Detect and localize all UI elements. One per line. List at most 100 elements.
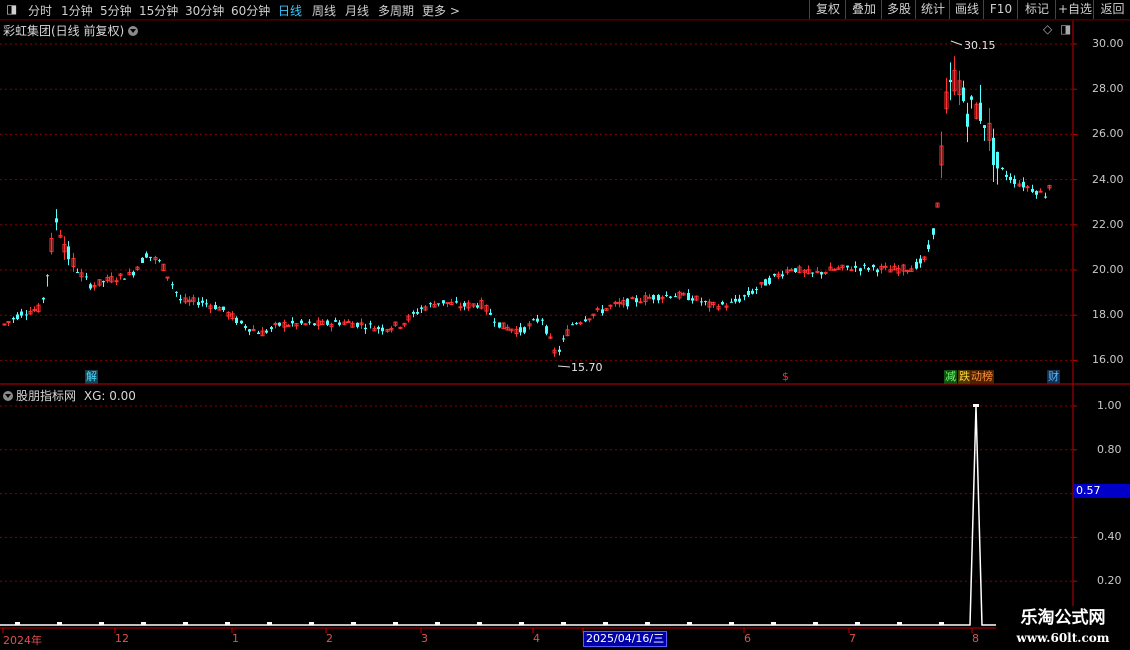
candle-down: [240, 320, 243, 324]
ind-tick-080: 0.80: [1097, 443, 1122, 456]
candle-down: [16, 314, 19, 320]
candle-down: [635, 298, 638, 303]
candle-up: [595, 308, 600, 311]
candle-up: [815, 270, 820, 273]
xg-baseline-dot: [645, 622, 650, 625]
candle-down: [442, 300, 445, 304]
candle-up: [849, 269, 854, 272]
candle-down: [489, 312, 492, 315]
xg-baseline-dot: [477, 622, 482, 625]
xg-signal-line: [0, 405, 1073, 626]
candle-down: [863, 264, 866, 266]
time-label-6: 6: [744, 632, 751, 645]
ind-tick-020: 0.20: [1097, 574, 1122, 587]
y-tick-18: 18.00: [1092, 308, 1124, 321]
xg-peak-marker: [973, 404, 979, 407]
candle-up: [578, 322, 583, 325]
xg-baseline-dot: [435, 622, 440, 625]
candle-down: [416, 312, 419, 314]
watermark: 乐淘公式网 www.60lt.com: [996, 606, 1130, 650]
candle-down: [755, 288, 758, 290]
time-label-4: 4: [533, 632, 540, 645]
candle-down: [558, 349, 561, 352]
candle-down: [89, 284, 92, 289]
xg-baseline-dot: [771, 622, 776, 625]
candle-up: [638, 301, 643, 304]
candle-down: [562, 338, 565, 340]
candle-down: [175, 291, 178, 293]
candle-down: [743, 295, 746, 297]
xg-baseline-dot: [183, 622, 188, 625]
candle-down: [962, 87, 965, 101]
indicator-highlight-value: 0.57: [1074, 484, 1130, 498]
candle-down: [700, 301, 703, 303]
candle-down: [222, 306, 225, 311]
low-price-label: 15.70: [571, 361, 603, 374]
candle-down: [523, 327, 526, 333]
candle-down: [20, 311, 23, 316]
candle-down: [149, 256, 152, 258]
candle-down: [652, 295, 655, 300]
xg-baseline-dot: [603, 622, 608, 625]
event-tag-reduce[interactable]: 减: [944, 370, 957, 384]
candle-down: [429, 303, 432, 305]
candle-up: [6, 321, 11, 324]
candle-down: [919, 258, 922, 264]
event-tag-unlock[interactable]: 解: [85, 370, 98, 384]
time-label-8: 8: [972, 632, 979, 645]
candle-down: [437, 303, 440, 305]
candle-down: [1035, 191, 1038, 195]
candle-up: [1038, 190, 1043, 193]
candle-down: [265, 330, 268, 333]
event-tag-finance[interactable]: 财: [1047, 370, 1060, 384]
kline-chart[interactable]: [0, 0, 1130, 650]
xg-baseline-dot: [351, 622, 356, 625]
candle-up: [608, 304, 613, 307]
candle-down: [420, 307, 423, 309]
candle-down: [867, 268, 870, 270]
candle-down: [571, 324, 574, 326]
xg-baseline-dot: [225, 622, 230, 625]
candle-down: [463, 302, 466, 307]
candle-down: [201, 300, 204, 303]
candle-down: [626, 298, 629, 307]
candle-down: [1005, 174, 1008, 177]
candle-down: [197, 302, 200, 305]
candle-down: [932, 228, 935, 235]
candle-up: [346, 320, 351, 323]
low-marker-line: [557, 365, 571, 368]
candle-up: [458, 306, 463, 309]
y-tick-30: 30.00: [1092, 37, 1124, 50]
candle-down: [179, 299, 182, 301]
ind-tick-100: 1.00: [1097, 399, 1122, 412]
candle-down: [730, 301, 733, 303]
y-tick-28: 28.00: [1092, 82, 1124, 95]
candle-up: [286, 324, 291, 327]
candle-up: [630, 297, 635, 300]
event-tag-dollar[interactable]: $: [781, 370, 790, 384]
candle-down: [278, 322, 281, 326]
cursor-date-box: 2025/04/16/三: [583, 631, 668, 647]
candle-down: [983, 125, 986, 128]
candle-down: [927, 244, 930, 250]
event-tag-ranking[interactable]: 动榜: [970, 370, 994, 384]
xg-baseline-dot: [57, 622, 62, 625]
y-tick-22: 22.00: [1092, 218, 1124, 231]
candle-down: [545, 326, 548, 334]
candle-down: [970, 96, 973, 100]
xg-baseline-dot: [687, 622, 692, 625]
candle-down: [979, 102, 982, 121]
xg-baseline-dot: [393, 622, 398, 625]
candle-down: [25, 314, 28, 316]
candle-down: [67, 246, 70, 260]
candle-up: [251, 328, 256, 331]
candle-down: [846, 265, 849, 268]
candle-down: [257, 332, 260, 334]
candle-down: [55, 218, 58, 223]
time-label-1: 1: [232, 632, 239, 645]
candle-up: [303, 323, 308, 326]
y-tick-26: 26.00: [1092, 127, 1124, 140]
candle-up: [883, 265, 888, 268]
high-price-label: 30.15: [964, 39, 996, 52]
candle-down: [171, 284, 174, 286]
